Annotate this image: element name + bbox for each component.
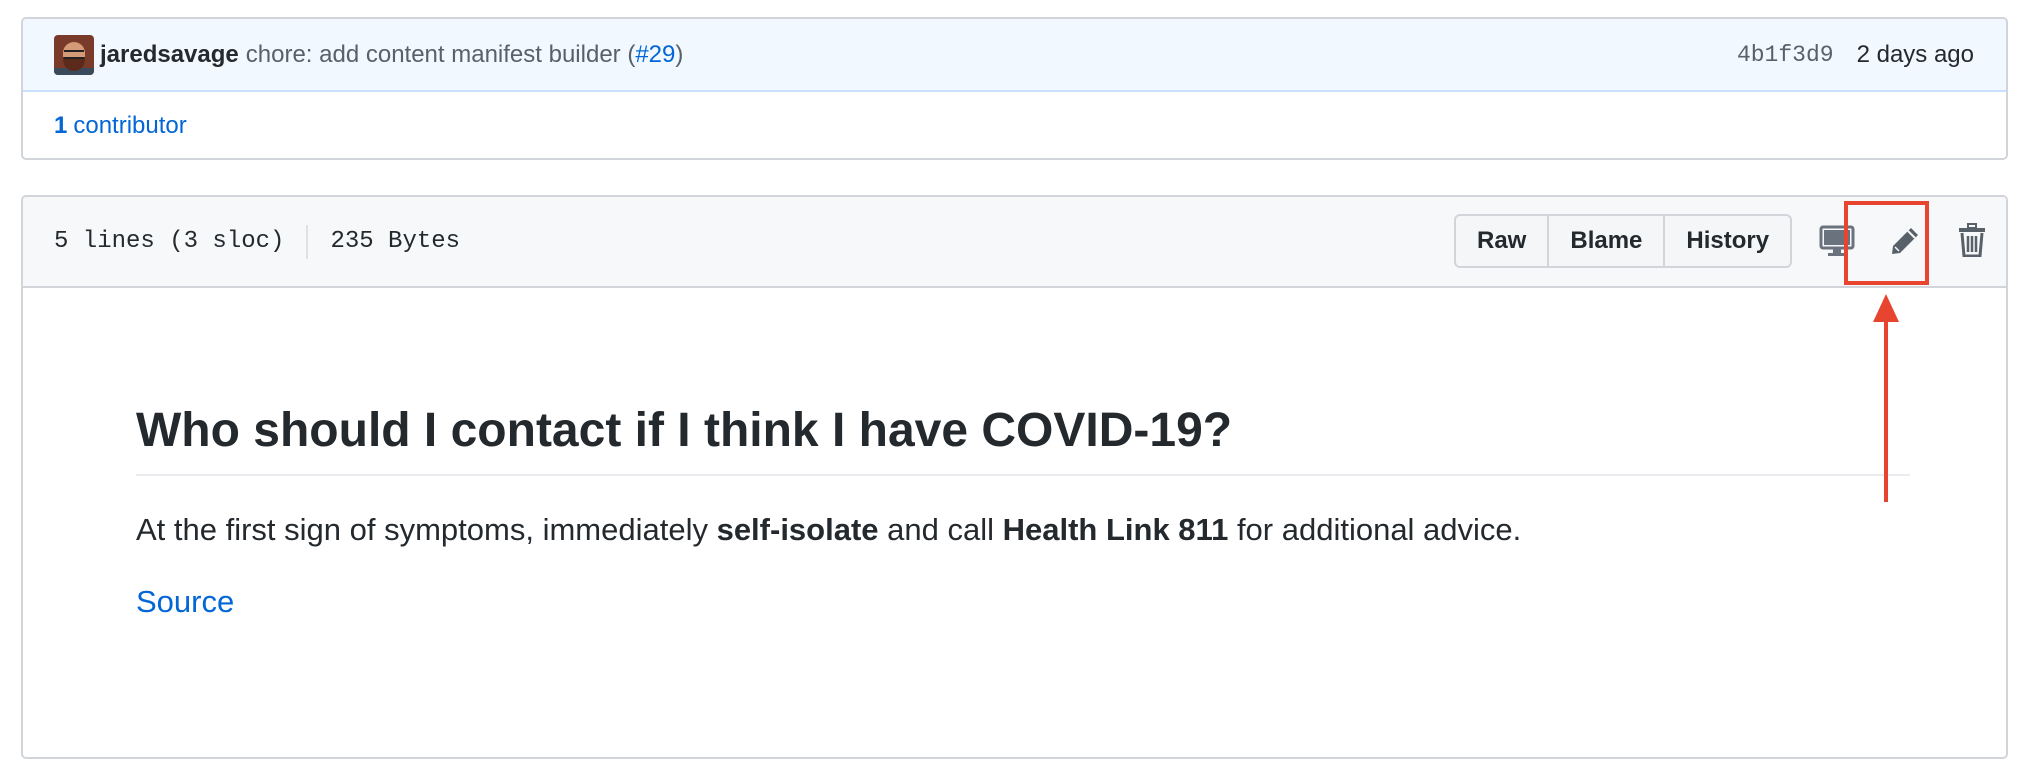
file-box: 5 lines (3 sloc) 235 Bytes Raw Blame His… <box>21 195 2008 759</box>
commit-meta: 4b1f3d9 2 days ago <box>1737 41 1974 69</box>
history-button[interactable]: History <box>1665 216 1790 266</box>
paragraph-text-2: and call <box>878 511 1003 547</box>
commit-author-link[interactable]: jaredsavage <box>100 41 239 69</box>
readme-paragraph: At the first sign of symptoms, immediate… <box>136 510 1892 550</box>
file-info-divider <box>306 224 309 259</box>
trash-icon[interactable] <box>1958 223 1986 257</box>
paragraph-text-3: for additional advice. <box>1228 511 1522 547</box>
author-avatar[interactable] <box>54 34 94 75</box>
edit-highlight-box <box>1844 201 1929 285</box>
bold-health-link: Health Link 811 <box>1002 511 1229 547</box>
commit-message-suffix: ) <box>675 40 684 68</box>
contributors-row[interactable]: 1 contributor <box>23 92 2006 158</box>
readme-heading: Who should I contact if I think I have C… <box>136 402 1910 476</box>
file-line-count: 5 lines (3 sloc) <box>54 228 285 255</box>
source-link[interactable]: Source <box>136 584 1892 620</box>
commit-sha-link[interactable]: 4b1f3d9 <box>1737 42 1834 68</box>
commit-message-text[interactable]: chore: add content manifest builder ( <box>246 41 636 68</box>
file-info: 5 lines (3 sloc) 235 Bytes <box>54 224 461 259</box>
paragraph-text-1: At the first sign of symptoms, immediate… <box>136 511 717 547</box>
bold-self-isolate: self-isolate <box>716 511 879 547</box>
annotation-arrow-icon <box>1873 294 1899 502</box>
commit-message[interactable]: chore: add content manifest builder (#29… <box>246 41 684 69</box>
commit-header: jaredsavage chore: add content manifest … <box>23 19 2006 92</box>
blame-button[interactable]: Blame <box>1549 216 1666 266</box>
raw-button[interactable]: Raw <box>1456 216 1550 266</box>
contributor-count[interactable]: 1 <box>54 112 67 140</box>
pull-request-link[interactable]: #29 <box>635 41 675 68</box>
commit-time: 2 days ago <box>1856 40 1974 68</box>
file-header: 5 lines (3 sloc) 235 Bytes Raw Blame His… <box>23 197 2006 288</box>
file-actions-button-group: Raw Blame History <box>1454 214 1793 268</box>
latest-commit-box: jaredsavage chore: add content manifest … <box>21 17 2008 160</box>
readme-content: Who should I contact if I think I have C… <box>23 288 2006 620</box>
contributor-label[interactable]: contributor <box>73 112 186 140</box>
file-size: 235 Bytes <box>330 228 461 255</box>
